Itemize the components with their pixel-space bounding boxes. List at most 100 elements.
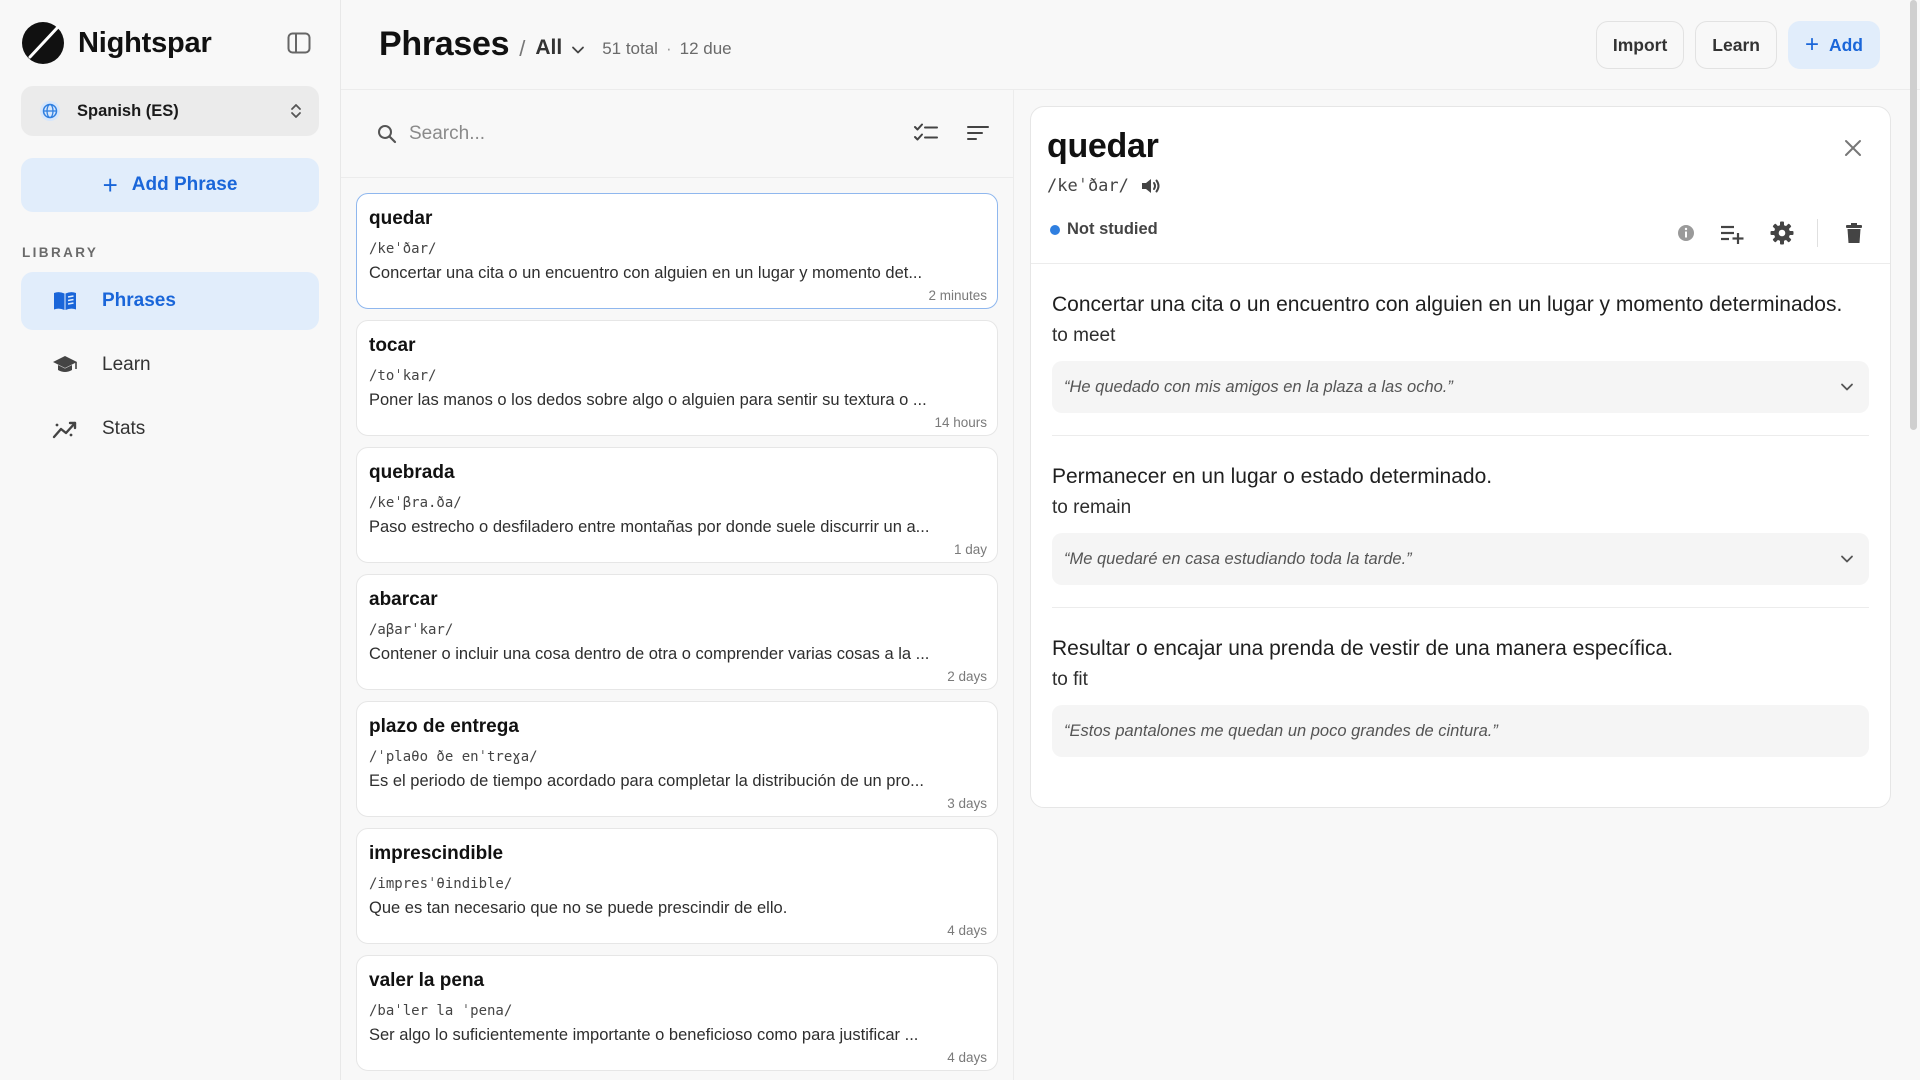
- phrase-list: quedar /keˈðar/ Concertar una cita o un …: [356, 178, 998, 1071]
- sidebar: Nightspar Spanish (ES) + Add Phrase LIBR…: [0, 0, 341, 1080]
- phrase-card[interactable]: quebrada /keˈβra.ða/ Paso estrecho o des…: [356, 447, 998, 563]
- detail-tools: [1653, 219, 1866, 247]
- add-phrase-label: Add Phrase: [131, 174, 238, 195]
- header-actions: Import Learn + Add: [1595, 21, 1880, 69]
- phrase-ipa: /keˈβra.ða/: [369, 495, 462, 511]
- import-button[interactable]: Import: [1595, 21, 1685, 69]
- example-text: “Me quedaré en casa estudiando toda la t…: [1064, 549, 1412, 568]
- phrase-title: valer la pena: [369, 970, 485, 991]
- filter-dropdown[interactable]: All: [535, 36, 562, 60]
- plus-icon: +: [1804, 31, 1819, 58]
- speaker-icon[interactable]: [1139, 174, 1163, 198]
- add-phrase-button[interactable]: + Add Phrase: [21, 158, 319, 212]
- phrase-ipa: /aβarˈkar/: [369, 622, 454, 638]
- search-icon: [378, 124, 397, 143]
- sidebar-item-phrases[interactable]: Phrases: [21, 272, 319, 330]
- chevron-down-icon[interactable]: [570, 42, 586, 58]
- detail-pronunciation: /keˈðar/: [1047, 174, 1874, 198]
- learn-button[interactable]: Learn: [1695, 21, 1777, 69]
- phrase-time: 2 days: [947, 669, 987, 684]
- search-input[interactable]: [409, 122, 909, 145]
- info-icon[interactable]: [1677, 224, 1695, 242]
- sidebar-item-label: Phrases: [102, 290, 176, 311]
- phrase-card[interactable]: quedar /keˈðar/ Concertar una cita o un …: [356, 193, 998, 309]
- sense-definition: Permanecer en un lugar o estado determin…: [1052, 465, 1493, 488]
- close-icon[interactable]: [1842, 137, 1864, 159]
- example-text: “Estos pantalones me quedan un poco gran…: [1064, 721, 1498, 740]
- phrase-definition: Ser algo lo suficientemente importante o…: [369, 1026, 919, 1044]
- phrase-title: quedar: [369, 208, 433, 229]
- sense-item: Permanecer en un lugar o estado determin…: [1052, 436, 1869, 608]
- phrase-card[interactable]: valer la pena /baˈler la ˈpena/ Ser algo…: [356, 955, 998, 1071]
- trend-icon: [52, 421, 77, 439]
- scrollbar[interactable]: [1908, 0, 1918, 430]
- sense-definition: Concertar una cita o un encuentro con al…: [1052, 293, 1843, 316]
- phrase-card[interactable]: abarcar /aβarˈkar/ Contener o incluir un…: [356, 574, 998, 690]
- main-area: Phrases / All 51 total · 12 due Import L…: [341, 0, 1920, 1080]
- scrollbar-thumb[interactable]: [1910, 0, 1917, 430]
- phrase-detail-panel: quedar /keˈðar/ Not studied Concertar un…: [1014, 90, 1920, 1080]
- status-dot: [1050, 224, 1060, 235]
- language-label: Spanish (ES): [77, 101, 179, 120]
- phrase-title: imprescindible: [369, 843, 504, 864]
- tool-divider: [1817, 219, 1818, 247]
- sidebar-item-label: Learn: [102, 354, 151, 375]
- phrase-time: 14 hours: [934, 415, 987, 430]
- breadcrumb-separator: /: [519, 35, 526, 61]
- status-text: Not studied: [1067, 220, 1158, 238]
- phrase-card[interactable]: imprescindible /impresˈθindible/ Que es …: [356, 828, 998, 944]
- phrase-definition: Que es tan necesario que no se puede pre…: [369, 899, 788, 917]
- gear-icon[interactable]: [1769, 220, 1795, 246]
- phrase-title: abarcar: [369, 589, 438, 610]
- app-name: Nightspar: [78, 26, 212, 59]
- language-selector[interactable]: Spanish (ES): [21, 86, 319, 136]
- phrase-card[interactable]: plazo de entrega /ˈplaθo ðe enˈtreɣa/ Es…: [356, 701, 998, 817]
- total-count: 51 total: [602, 39, 658, 58]
- page-title: Phrases: [379, 25, 510, 63]
- phrase-time: 4 days: [947, 1050, 987, 1065]
- sense-translation: to meet: [1052, 325, 1116, 346]
- detail-header: quedar /keˈðar/ Not studied: [1031, 107, 1890, 264]
- phrase-time: 1 day: [953, 542, 987, 557]
- phrase-time: 2 minutes: [928, 288, 987, 303]
- example-toggle[interactable]: “He quedado con mis amigos en la plaza a…: [1052, 361, 1869, 413]
- sense-item: Concertar una cita o un encuentro con al…: [1052, 264, 1869, 436]
- phrase-time: 4 days: [947, 923, 987, 938]
- phrase-ipa: /impresˈθindible/: [369, 876, 513, 892]
- chevron-updown-icon: [291, 104, 301, 118]
- sense-list: Concertar una cita o un encuentro con al…: [1031, 264, 1890, 779]
- add-button[interactable]: + Add: [1787, 21, 1880, 69]
- sense-item: Resultar o encajar una prenda de vestir …: [1052, 608, 1869, 779]
- phrase-definition: Contener o incluir una cosa dentro de ot…: [369, 645, 930, 663]
- phrase-detail-card: quedar /keˈðar/ Not studied Concertar un…: [1030, 106, 1891, 808]
- sidebar-item-learn[interactable]: Learn: [21, 336, 319, 394]
- phrase-ipa: /ˈplaθo ðe enˈtreɣa/: [369, 749, 538, 765]
- sidebar-item-stats[interactable]: Stats: [21, 400, 319, 458]
- content-area: quedar /keˈðar/ Concertar una cita o un …: [341, 90, 1920, 1080]
- detail-word: quedar: [1047, 127, 1159, 165]
- phrase-time: 3 days: [947, 796, 987, 811]
- detail-ipa: /keˈðar/: [1047, 176, 1129, 196]
- sense-definition: Resultar o encajar una prenda de vestir …: [1052, 637, 1674, 660]
- graduation-cap-icon: [53, 356, 77, 372]
- list-tools: [913, 120, 991, 146]
- globe-icon: [40, 101, 60, 121]
- select-checklist-icon[interactable]: [913, 120, 939, 146]
- sort-icon[interactable]: [965, 120, 991, 146]
- add-to-list-icon[interactable]: [1719, 220, 1745, 246]
- trash-icon[interactable]: [1842, 221, 1866, 245]
- sidebar-nav: Phrases Learn Stats: [21, 272, 319, 458]
- plus-icon: +: [102, 170, 118, 200]
- example-text: “He quedado con mis amigos en la plaza a…: [1064, 377, 1453, 396]
- phrase-card[interactable]: tocar /toˈkar/ Poner las manos o los ded…: [356, 320, 998, 436]
- library-heading: LIBRARY: [22, 245, 99, 260]
- example-toggle[interactable]: “Me quedaré en casa estudiando toda la t…: [1052, 533, 1869, 585]
- phrase-definition: Concertar una cita o un encuentro con al…: [369, 264, 923, 282]
- logo-icon: [22, 22, 64, 64]
- sidebar-toggle-icon[interactable]: [286, 30, 312, 56]
- phrase-ipa: /toˈkar/: [369, 368, 437, 384]
- sense-translation: to fit: [1052, 669, 1088, 690]
- count-separator: ·: [665, 39, 672, 58]
- example-box: “Estos pantalones me quedan un poco gran…: [1052, 705, 1869, 757]
- due-count: 12 due: [679, 39, 732, 58]
